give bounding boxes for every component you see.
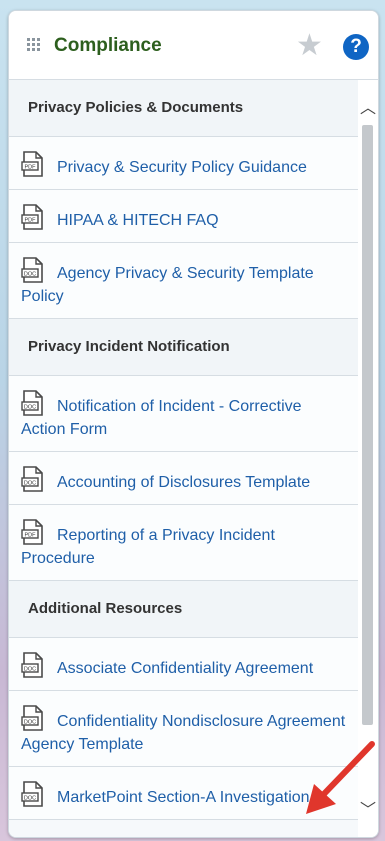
svg-text:PDF: PDF <box>25 165 37 171</box>
pdf-document-icon: PDF <box>21 151 43 177</box>
list-item[interactable]: PDF Privacy & Security Policy Guidance <box>9 137 358 190</box>
doc-document-icon: DOC <box>21 705 43 731</box>
list-item[interactable]: DOC Associate Confidentiality Agreement <box>9 638 358 691</box>
document-list: Privacy Policies & Documents PDF Privacy… <box>9 80 358 837</box>
document-link[interactable]: Associate Confidentiality Agreement <box>57 660 313 677</box>
widget-header: Compliance ★ ? <box>9 11 378 80</box>
section-header: Privacy Incident Notification <box>9 319 358 376</box>
vertical-scrollbar[interactable]: ︿ ﹀ <box>358 80 378 837</box>
list-item[interactable]: PDF HIPAA & HITECH FAQ <box>9 190 358 243</box>
section-header: Additional Resources <box>9 581 358 638</box>
svg-text:PDF: PDF <box>25 533 37 539</box>
document-link[interactable]: Reporting of a Privacy Incident Procedur… <box>21 527 275 567</box>
list-item[interactable]: DOC Agency Privacy & Security Template P… <box>9 243 358 319</box>
svg-text:DOC: DOC <box>24 720 36 726</box>
svg-text:DOC: DOC <box>24 272 36 278</box>
list-item[interactable]: DOC Accounting of Disclosures Template <box>9 452 358 505</box>
list-item[interactable]: DOC Notification of Incident - Correctiv… <box>9 376 358 452</box>
pdf-document-icon: PDF <box>21 519 43 545</box>
svg-text:PDF: PDF <box>25 218 37 224</box>
drag-handle-icon[interactable] <box>27 38 43 54</box>
svg-text:DOC: DOC <box>24 667 36 673</box>
scroll-up-chevron-icon[interactable]: ︿ <box>358 94 378 118</box>
doc-document-icon: DOC <box>21 390 43 416</box>
annotation-arrow-icon <box>306 741 375 814</box>
svg-text:DOC: DOC <box>24 481 36 487</box>
list-item[interactable]: PDF Reporting of a Privacy Incident Proc… <box>9 505 358 581</box>
svg-text:DOC: DOC <box>24 796 36 802</box>
doc-document-icon: DOC <box>21 257 43 283</box>
doc-document-icon: DOC <box>21 652 43 678</box>
widget-title: Compliance <box>54 35 162 56</box>
pdf-document-icon: PDF <box>21 204 43 230</box>
doc-document-icon: DOC <box>21 781 43 807</box>
compliance-widget: Compliance ★ ? Privacy Policies & Docume… <box>8 10 379 838</box>
svg-text:DOC: DOC <box>24 405 36 411</box>
document-link[interactable]: Accounting of Disclosures Template <box>57 474 310 491</box>
document-link[interactable]: MarketPoint Section-A Investigation <box>57 789 310 806</box>
document-link[interactable]: Notification of Incident - Corrective Ac… <box>21 398 302 438</box>
section-header: Privacy Policies & Documents <box>9 80 358 137</box>
document-link[interactable]: HIPAA & HITECH FAQ <box>57 212 219 229</box>
document-link[interactable]: Privacy & Security Policy Guidance <box>57 159 307 176</box>
doc-document-icon: DOC <box>21 466 43 492</box>
star-icon[interactable]: ★ <box>296 31 323 61</box>
document-link[interactable]: Agency Privacy & Security Template Polic… <box>21 265 314 305</box>
scrollbar-thumb[interactable] <box>362 125 373 725</box>
help-icon[interactable]: ? <box>343 34 369 60</box>
